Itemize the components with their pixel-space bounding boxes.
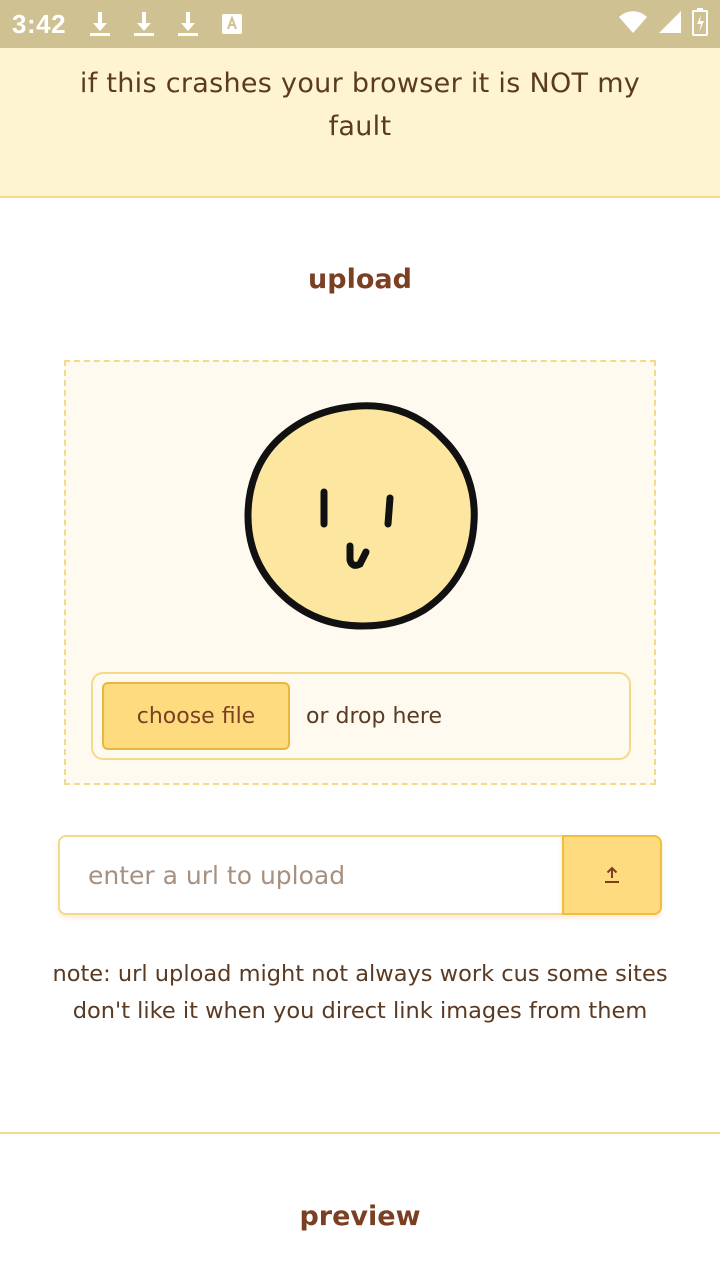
url-input[interactable]: enter a url to upload: [58, 835, 562, 915]
system-icons: [618, 0, 708, 48]
download-icon: [88, 10, 112, 38]
status-bar: 3:42: [0, 0, 720, 48]
url-upload-note: note: url upload might not always work c…: [52, 961, 668, 1024]
upload-title: upload: [308, 264, 412, 295]
banner-text: if this crashes your browser it is NOT m…: [79, 68, 641, 142]
warning-banner: if this crashes your browser it is NOT m…: [0, 48, 720, 198]
section-divider: [0, 1132, 720, 1134]
download-icon: [132, 10, 156, 38]
file-picker: choose file or drop here: [91, 672, 631, 760]
drop-label: or drop here: [306, 703, 443, 729]
battery-icon: [692, 8, 708, 40]
preview-title: preview: [299, 1201, 421, 1232]
notification-icons: [88, 10, 244, 38]
wifi-icon: [618, 10, 648, 38]
status-time: 3:42: [12, 8, 67, 39]
url-upload-row: enter a url to upload: [58, 835, 662, 915]
signal-icon: [658, 10, 682, 38]
smiley-face-icon: [244, 402, 478, 630]
choose-file-button[interactable]: choose file: [102, 682, 290, 750]
drop-zone[interactable]: choose file or drop here: [64, 360, 656, 785]
download-icon: [176, 10, 200, 38]
font-download-icon: [220, 10, 244, 38]
url-upload-button[interactable]: [562, 835, 662, 915]
upload-arrow-icon: [605, 866, 619, 883]
